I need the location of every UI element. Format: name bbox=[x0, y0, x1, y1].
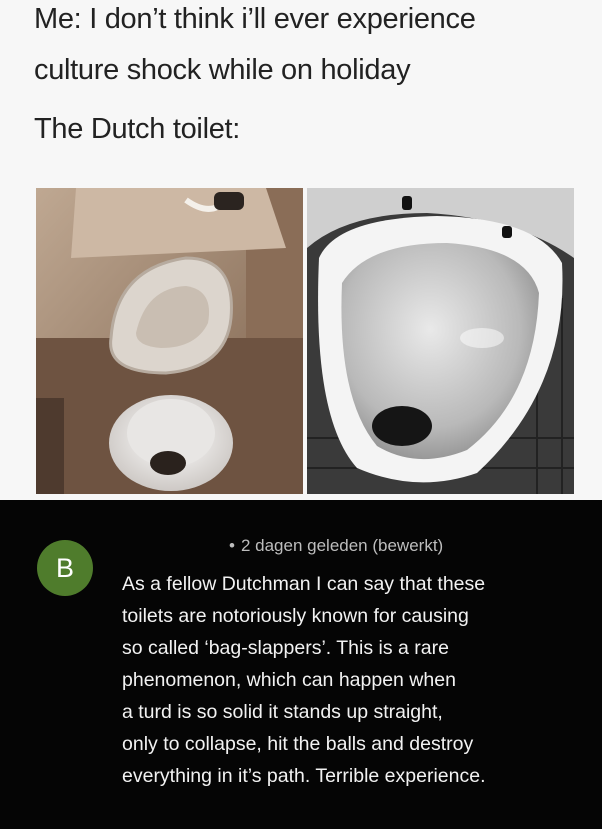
comment-line: As a fellow Dutchman I can say that thes… bbox=[122, 573, 486, 595]
comment-line: only to collapse, hit the balls and dest… bbox=[122, 733, 474, 755]
comment-timestamp: 2 dagen geleden (bewerkt) bbox=[240, 536, 444, 555]
comment-line: everything in it’s path. Terrible experi… bbox=[122, 765, 486, 787]
comment-line: toilets are notoriously known for causin… bbox=[122, 605, 469, 627]
avatar[interactable]: B bbox=[37, 540, 93, 596]
comment-line: phenomenon, which can happen when bbox=[122, 669, 456, 691]
dot-separator: • bbox=[229, 536, 235, 555]
toilet-photo-right bbox=[307, 188, 574, 494]
comment-line: a turd is so solid it stands up straight… bbox=[122, 701, 443, 723]
comment-meta: • 2 dagen geleden (bewerkt) bbox=[229, 536, 443, 556]
caption-line-3: The Dutch toilet: bbox=[34, 113, 241, 145]
meme: Me: I don’t think i’ll ever experience c… bbox=[0, 0, 602, 829]
caption-line-1: Me: I don’t think i’ll ever experience bbox=[34, 3, 476, 35]
photo-pair bbox=[36, 188, 574, 494]
comment-text: As a fellow Dutchman I can say that thes… bbox=[122, 568, 582, 792]
comment-line: so called ‘bag-slappers’. This is a rare bbox=[122, 637, 449, 659]
toilet-photo-left bbox=[36, 188, 303, 494]
meme-top-panel: Me: I don’t think i’ll ever experience c… bbox=[0, 0, 602, 500]
caption-line-2: culture shock while on holiday bbox=[34, 54, 411, 86]
